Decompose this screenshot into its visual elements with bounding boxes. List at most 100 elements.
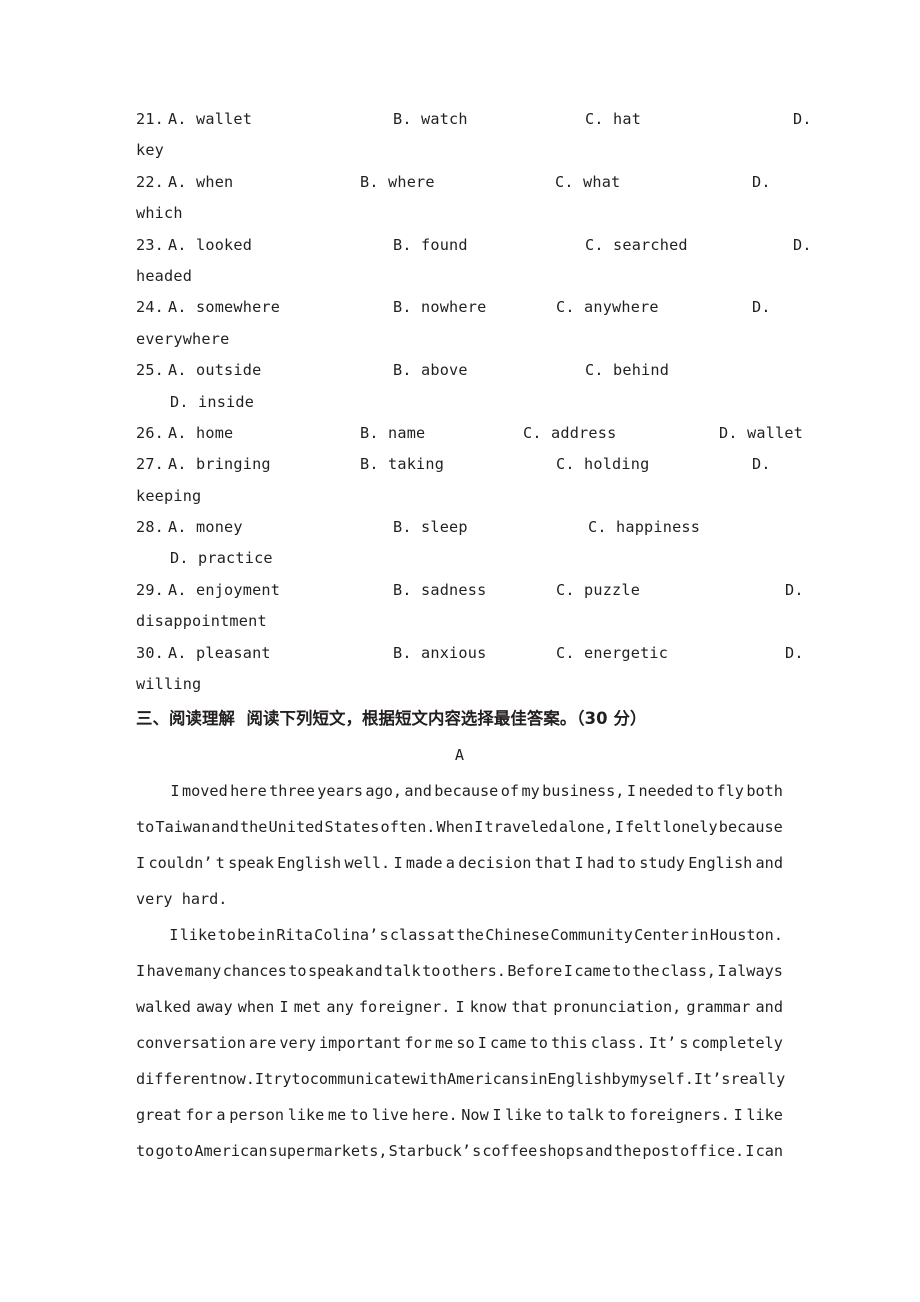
cloze-option[interactable]: A. money xyxy=(168,512,243,543)
passage-word: class xyxy=(389,926,436,945)
cloze-option[interactable]: C. puzzle xyxy=(556,575,640,606)
passage-word: here. xyxy=(411,1106,458,1125)
cloze-option[interactable]: A. wallet xyxy=(168,104,252,135)
cloze-option[interactable]: C. searched xyxy=(585,230,688,261)
cloze-option[interactable]: C. happiness xyxy=(588,512,700,543)
passage-word: shops xyxy=(538,1142,585,1161)
cloze-option[interactable]: B. anxious xyxy=(393,638,486,669)
cloze-option[interactable]: B. nowhere xyxy=(393,292,486,323)
passage-word: English xyxy=(547,1070,612,1089)
cloze-option[interactable]: D. xyxy=(752,292,771,323)
passage-word: a xyxy=(445,854,455,873)
cloze-option[interactable]: A. outside xyxy=(168,355,261,386)
cloze-option[interactable]: C. behind xyxy=(585,355,669,386)
cloze-option[interactable]: B. watch xyxy=(393,104,468,135)
passage-word: Starbuck’ xyxy=(388,1142,471,1161)
passage-word: I xyxy=(477,1034,487,1053)
cloze-option[interactable]: A. bringing xyxy=(168,449,271,480)
cloze-option[interactable]: A. pleasant xyxy=(168,638,271,669)
cloze-option[interactable]: D. xyxy=(752,449,771,480)
cloze-option[interactable]: C. what xyxy=(555,167,620,198)
passage-word: in xyxy=(529,1070,548,1089)
passage-line: different now. Itry to communicate with Americ… xyxy=(136,1061,785,1097)
passage-word: s xyxy=(379,926,389,945)
cloze-option[interactable]: A. home xyxy=(168,418,233,449)
passage-line: Icouldn’ t speak English well. Imade a decision… xyxy=(136,845,783,881)
cloze-option[interactable]: D. wallet xyxy=(719,418,803,449)
cloze-option[interactable]: A. enjoyment xyxy=(168,575,280,606)
cloze-option[interactable]: C. hat xyxy=(585,104,641,135)
cloze-option[interactable]: C. address xyxy=(523,418,616,449)
passage-word: speak xyxy=(307,962,354,981)
cloze-option[interactable]: D. practice xyxy=(136,543,783,574)
passage-word: to xyxy=(174,1142,194,1161)
cloze-option[interactable]: D. inside xyxy=(136,387,783,418)
cloze-option[interactable]: B. where xyxy=(360,167,435,198)
passage-word: I xyxy=(136,962,146,981)
passage-word: class. xyxy=(590,1034,646,1053)
cloze-option[interactable]: B. sadness xyxy=(393,575,486,606)
passage-word: try xyxy=(264,1070,292,1089)
passage-word: now. xyxy=(218,1070,255,1089)
passage-word: a xyxy=(216,1106,226,1125)
cloze-option[interactable]: D. xyxy=(752,167,771,198)
passage-word: study xyxy=(639,854,685,873)
passage-word: I xyxy=(136,854,146,873)
cloze-option[interactable]: B. name xyxy=(360,418,425,449)
cloze-option[interactable]: C. anywhere xyxy=(556,292,659,323)
page-content: 21. A. wallet B. watch C. hat D. key 22. A. whe… xyxy=(136,104,811,1169)
passage-word: came xyxy=(574,962,611,981)
passage-word: and xyxy=(211,818,239,837)
passage-word: It’ xyxy=(693,1070,722,1089)
passage-word: Taiwan xyxy=(155,818,211,837)
cloze-option[interactable]: A. looked xyxy=(168,230,252,261)
passage-word: for xyxy=(185,1106,213,1125)
cloze-option[interactable]: B. sleep xyxy=(393,512,468,543)
cloze-option[interactable]: D. xyxy=(793,230,812,261)
passage-word: myself. xyxy=(629,1070,694,1089)
passage-word: because xyxy=(718,818,783,837)
cloze-option[interactable]: D. xyxy=(785,575,804,606)
passage-word: this xyxy=(551,1034,588,1053)
passage-word: lonely xyxy=(662,818,718,837)
passage-word: traveled xyxy=(484,818,558,837)
cloze-option-wrap: keeping xyxy=(136,486,202,505)
passage-word: office. xyxy=(680,1142,745,1161)
passage-word: American xyxy=(194,1142,268,1161)
passage-word: t xyxy=(215,854,225,873)
passage-body: Imoved here three years ago, and because of my bu… xyxy=(136,773,785,1169)
cloze-item-number: 22. xyxy=(136,172,165,191)
passage-word: had xyxy=(586,854,615,873)
cloze-item-number: 29. xyxy=(136,580,165,599)
passage-word: When xyxy=(436,818,474,837)
cloze-item-number: 24. xyxy=(136,298,165,317)
passage-word: grammar xyxy=(686,998,751,1017)
cloze-option[interactable]: A. when xyxy=(168,167,233,198)
cloze-option[interactable]: B. taking xyxy=(360,449,444,480)
passage-word: many xyxy=(184,962,222,981)
passage-word: decision xyxy=(458,854,532,873)
cloze-item: 28. A. money B. sleep C. happiness xyxy=(136,512,783,543)
passage-word: s xyxy=(721,1070,731,1089)
cloze-option[interactable]: C. holding xyxy=(556,449,649,480)
cloze-option-wrap: key xyxy=(136,141,165,160)
cloze-item: 24. A. somewhere B. nowhere C. anywhere D. xyxy=(136,292,783,323)
passage-line: walked away when Imet any foreigner. Iknow that… xyxy=(136,989,783,1025)
cloze-option[interactable]: B. found xyxy=(393,230,468,261)
passage-word: by xyxy=(611,1070,630,1089)
passage-word: at xyxy=(436,926,456,945)
passage-line: conversation are very important for me so Icame… xyxy=(136,1025,783,1061)
cloze-option[interactable]: D. xyxy=(785,638,804,669)
cloze-option[interactable]: D. xyxy=(793,104,812,135)
passage-word: to xyxy=(217,926,236,945)
passage-word: I xyxy=(455,998,465,1017)
passage-word: different xyxy=(136,1070,219,1089)
cloze-option[interactable]: B. above xyxy=(393,355,468,386)
passage-word: and xyxy=(755,998,783,1017)
passage-word: to xyxy=(529,1034,548,1053)
cloze-option[interactable]: A. somewhere xyxy=(168,292,280,323)
passage-word: business, xyxy=(542,782,625,801)
cloze-option[interactable]: C. energetic xyxy=(556,638,668,669)
passage-line: Ihave many chances to speak and talk to others. B… xyxy=(136,953,783,989)
cloze-item-number: 25. xyxy=(136,361,165,380)
